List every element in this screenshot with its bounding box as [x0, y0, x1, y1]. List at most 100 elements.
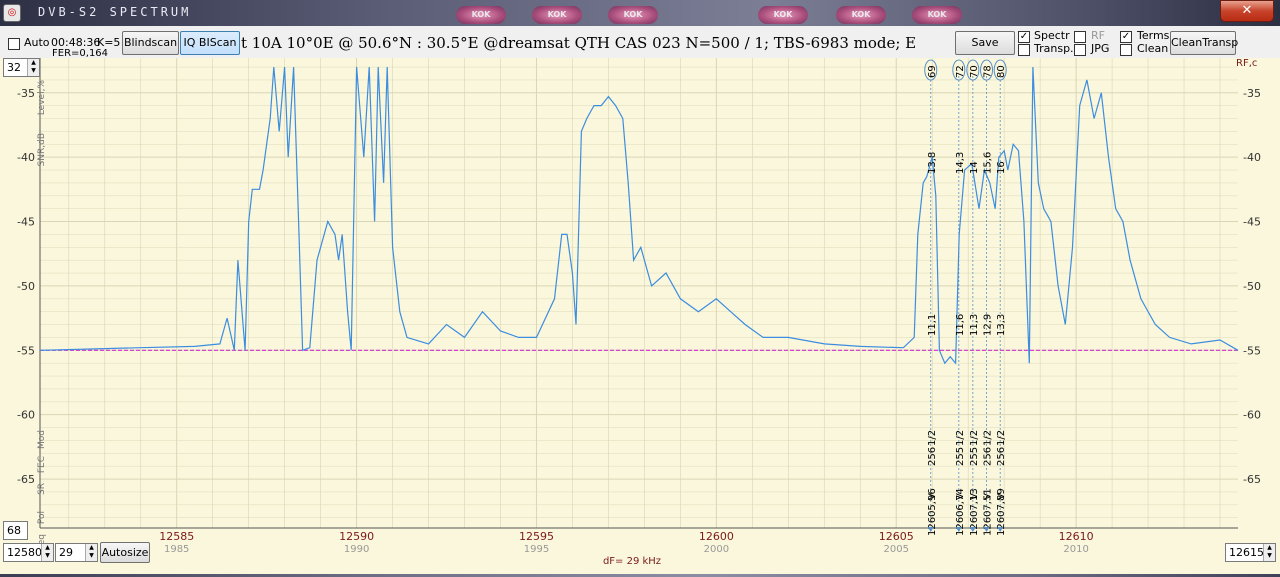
start-frequency-value: 12580 [7, 546, 42, 559]
y-tick-label: -60 [17, 409, 35, 422]
auto-checkbox[interactable] [8, 38, 20, 50]
transponder-id: 78 [983, 65, 994, 78]
bottom-level-field[interactable]: 68 [3, 521, 28, 540]
y-tick-label: -65 [17, 473, 35, 486]
toolbar: Auto 00:48:36 K=5 FER=0,164 Blindscan IQ… [0, 26, 1280, 59]
spinner-arrows-icon[interactable]: ▲ ▼ [1263, 544, 1275, 561]
start-frequency-spinner[interactable]: 12580 ▲ ▼ [3, 543, 54, 562]
transponder-snr: 11,1 [927, 314, 938, 336]
y-tick-label: -50 [17, 280, 35, 293]
taskbar-button-4[interactable]: KOK [758, 6, 808, 24]
rf-checkbox[interactable] [1074, 31, 1086, 43]
spectrum-chart[interactable]: 6913,811,12561/2V12605,967214,311,62551/… [0, 58, 1280, 574]
taskbar-button-6[interactable]: KOK [912, 6, 962, 24]
transponder-mod: 255 [955, 447, 966, 466]
y-tick-label: -55 [17, 344, 35, 357]
spinner-arrows-icon[interactable]: ▲ ▼ [27, 59, 39, 76]
y-tick-label-right: -35 [1243, 87, 1261, 100]
x-tick-sublabel: 2010 [1063, 544, 1088, 555]
spinner-arrows-icon[interactable]: ▲ ▼ [85, 544, 97, 561]
top-level-spinner[interactable]: 32 ▲ ▼ [3, 58, 40, 77]
transponder-fec: 1/2 [927, 430, 938, 446]
transponder-fec: 1/2 [983, 430, 994, 446]
clean-transp-button[interactable]: CleanTransp [1170, 31, 1238, 55]
df-label: dF= 29 kHz [603, 556, 661, 567]
save-button[interactable]: Save [955, 31, 1015, 55]
top-level-value: 32 [7, 61, 21, 74]
transponder-level: 14 [969, 161, 980, 174]
x-tick-label: 12590 [339, 530, 374, 543]
iq-biscan-button[interactable]: IQ BIScan [180, 31, 240, 55]
app-client-area: Auto 00:48:36 K=5 FER=0,164 Blindscan IQ… [0, 26, 1280, 574]
bottom-level-value: 68 [7, 524, 21, 537]
transponder-fec: 1/2 [955, 430, 966, 446]
title-bar: ◎ DVB-S2 SPECTRUM KOK KOK KOK KOK KOK KO… [0, 0, 1280, 26]
taskbar-button-1[interactable]: KOK [456, 6, 506, 24]
transponder-level: 14,3 [955, 152, 966, 174]
y-tick-label-right: -45 [1243, 216, 1261, 229]
transponder-snr: 13,3 [996, 314, 1007, 336]
x-tick-sublabel: 1990 [344, 544, 369, 555]
jpg-checkbox[interactable] [1074, 44, 1086, 56]
transponder-id: 70 [969, 65, 980, 78]
y-tick-label-right: -65 [1243, 473, 1261, 486]
transponder-level: 15,6 [983, 152, 994, 174]
transponder-id: 80 [996, 65, 1007, 78]
x-tick-label: 12585 [159, 530, 194, 543]
transponder-mod: 256 [927, 447, 938, 466]
autosize-button[interactable]: Autosize [100, 542, 150, 563]
span-value: 29 [59, 546, 73, 559]
transponder-mod: 255 [969, 447, 980, 466]
y-tick-label-right: -55 [1243, 344, 1261, 357]
x-tick-label: 12605 [879, 530, 914, 543]
transponder-id: 72 [955, 65, 966, 78]
spectrum-plot-area[interactable]: 69 13,8 11,1 256 1/2 V 12605,96 72 14,3 11,6 255 1/… [0, 58, 1280, 574]
transponder-level: 13,8 [927, 152, 938, 174]
auto-label: Auto [24, 36, 50, 49]
x-tick-label: 12600 [699, 530, 734, 543]
snr-axis-label: SNR,dB [37, 133, 47, 166]
clean-label: Clean [1137, 42, 1169, 55]
span-spinner[interactable]: 29 ▲ ▼ [55, 543, 98, 562]
spinner-arrows-icon[interactable]: ▲ ▼ [41, 544, 53, 561]
taskbar-button-5[interactable]: KOK [836, 6, 886, 24]
taskbar-button-3[interactable]: KOK [608, 6, 658, 24]
transponder-id: 69 [927, 65, 938, 78]
app-icon[interactable]: ◎ [3, 4, 21, 22]
terms-checkbox[interactable]: ✓ [1120, 31, 1132, 43]
clean-checkbox[interactable] [1120, 44, 1132, 56]
plot-background [0, 58, 1280, 574]
y-tick-label-right: -60 [1243, 409, 1261, 422]
taskbar-button-2[interactable]: KOK [532, 6, 582, 24]
window-title: DVB-S2 SPECTRUM [38, 5, 192, 19]
sr-axis-label: SR [37, 483, 47, 495]
y-tick-label: -35 [17, 87, 35, 100]
y-tick-label: -40 [17, 151, 35, 164]
spectr-checkbox[interactable]: ✓ [1018, 31, 1030, 43]
satellite-header: t 10A 10°0E @ 50.6°N : 30.5°E @dreamsat … [241, 34, 917, 52]
rf-label: RF [1091, 29, 1105, 42]
rf-axis-label: RF,c [1236, 58, 1257, 69]
x-tick-label: 12610 [1059, 530, 1094, 543]
transp-label: Transp. [1034, 42, 1074, 55]
x-tick-sublabel: 2005 [884, 544, 909, 555]
transponder-mod: 256 [996, 447, 1007, 466]
transponder-snr: 11,3 [969, 314, 980, 336]
y-tick-label-right: -40 [1243, 151, 1261, 164]
y-tick-label-right: -50 [1243, 280, 1261, 293]
transponder-snr: 11,6 [955, 314, 966, 336]
transponder-level: 16 [996, 161, 1007, 174]
x-tick-sublabel: 1985 [164, 544, 189, 555]
x-tick-label: 12595 [519, 530, 554, 543]
transp-checkbox[interactable] [1018, 44, 1030, 56]
mod-axis-label: Mod [37, 430, 47, 449]
end-frequency-spinner[interactable]: 12615 ▲ ▼ [1225, 543, 1276, 562]
transponder-mod: 256 [983, 447, 994, 466]
level-axis-label: Level,% [37, 80, 47, 116]
jpg-label: JPG [1091, 42, 1110, 55]
close-button[interactable]: ✕ [1220, 0, 1274, 22]
blindscan-button[interactable]: Blindscan [122, 31, 179, 55]
y-tick-label: -45 [17, 216, 35, 229]
transponder-snr: 12,9 [983, 314, 994, 336]
x-tick-sublabel: 2000 [704, 544, 729, 555]
